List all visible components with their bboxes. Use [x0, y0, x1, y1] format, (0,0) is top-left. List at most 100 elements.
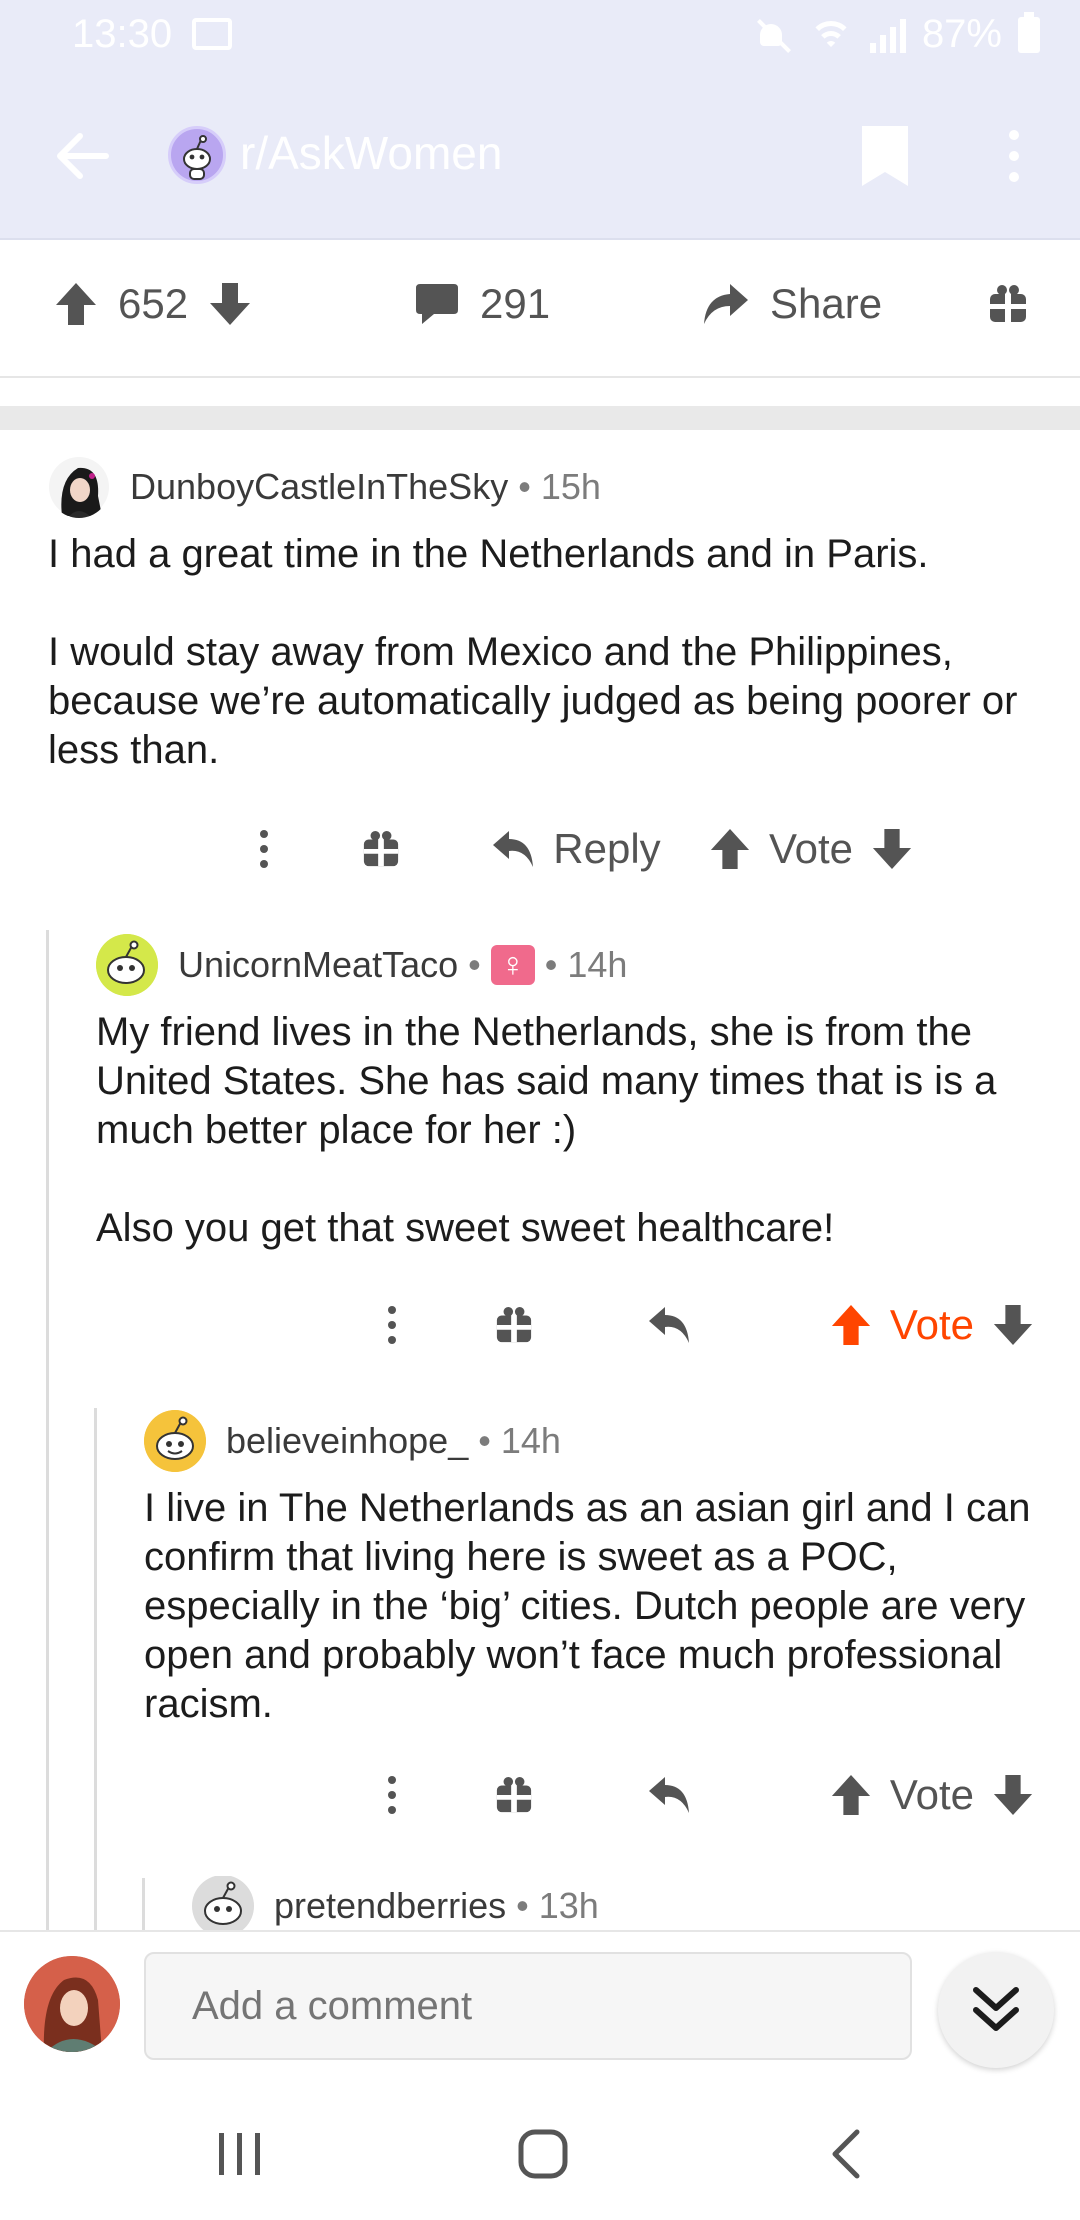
avatar[interactable]: [48, 456, 110, 518]
comment-age: 14h: [500, 1420, 561, 1461]
subreddit-avatar[interactable]: [168, 126, 226, 184]
comment-body: I had a great time in the Netherlands an…: [48, 530, 1038, 775]
comment-vote-group: Vote: [744, 1301, 1034, 1349]
bookmark-icon: [862, 126, 908, 186]
gift-icon: [496, 1306, 532, 1343]
snoo-icon: [183, 135, 211, 180]
comment: believeinhope_ • 14h I live in The Nethe…: [144, 1406, 1044, 1729]
comment-header: pretendberries • 13h: [192, 1876, 1042, 1930]
comment-author[interactable]: believeinhope_: [226, 1420, 468, 1462]
current-user-avatar[interactable]: [24, 1956, 120, 2052]
gift-icon: [990, 285, 1026, 322]
dot: [1009, 172, 1019, 182]
status-right: 87%: [754, 11, 1040, 57]
reply-button[interactable]: [594, 1305, 744, 1345]
snoo-avatar-icon: [144, 1410, 206, 1472]
comment-actions: Reply Vote: [222, 814, 1034, 884]
post-score: 652: [118, 280, 189, 327]
back-button[interactable]: [48, 122, 116, 190]
avatar[interactable]: [144, 1410, 206, 1472]
reply-button[interactable]: [594, 1775, 744, 1815]
comment-body: My friend lives in the Netherlands, she …: [96, 1008, 1042, 1253]
comment-author[interactable]: pretendberries: [274, 1885, 506, 1927]
comment: UnicornMeatTaco • ♀ • 14h My friend live…: [96, 930, 1042, 1253]
snoo-avatar-icon: [96, 934, 158, 996]
comment-more-button[interactable]: [222, 829, 306, 869]
separator-dot: •: [544, 944, 558, 985]
share-arrow-icon: [704, 284, 748, 324]
comment-author[interactable]: UnicornMeatTaco: [178, 944, 458, 986]
vertical-dots-icon: [260, 830, 268, 868]
bookmark-button[interactable]: [858, 124, 912, 188]
signal-icon: [869, 17, 906, 53]
comment-actions: Vote: [350, 1290, 1034, 1360]
comment-body: I live in The Netherlands as an asian gi…: [144, 1484, 1044, 1729]
vote-label: Vote: [889, 1301, 974, 1348]
reply-button[interactable]: Reply: [456, 825, 696, 873]
upvote-active-icon[interactable]: [830, 1303, 872, 1347]
comment-age: 15h: [540, 466, 601, 507]
downvote-icon[interactable]: [871, 827, 913, 871]
comment: DunboyCastleInTheSky • 15h I had a great…: [48, 452, 1038, 775]
thread-line: [46, 930, 49, 1930]
comment-paragraph: My friend lives in the Netherlands, she …: [96, 1010, 997, 1152]
upvote-icon[interactable]: [709, 827, 751, 871]
next-comment-button[interactable]: [938, 1952, 1054, 2068]
avatar[interactable]: [192, 1876, 254, 1930]
comment-header: UnicornMeatTaco • ♀ • 14h: [96, 930, 1042, 1000]
dot: [1009, 151, 1019, 161]
snoo-avatar-icon: [192, 1876, 254, 1930]
gift-icon: [363, 830, 399, 867]
vertical-dots-icon: [388, 1776, 396, 1814]
avatar[interactable]: [96, 934, 158, 996]
comment-author[interactable]: DunboyCastleInTheSky: [130, 466, 508, 508]
overflow-menu-button[interactable]: [996, 124, 1032, 188]
screen-mirror-icon: [192, 18, 232, 50]
battery-percent: 87%: [921, 12, 1002, 56]
downvote-icon[interactable]: [992, 1773, 1034, 1817]
comment-paragraph: I live in The Netherlands as an asian gi…: [144, 1486, 1031, 1726]
reply-arrow-icon: [493, 831, 534, 867]
comment-header: believeinhope_ • 14h: [144, 1406, 1044, 1476]
comment-header: DunboyCastleInTheSky • 15h: [48, 452, 1038, 522]
upvote-icon[interactable]: [830, 1773, 872, 1817]
upvote-icon[interactable]: [54, 281, 98, 327]
comment-paragraph: I had a great time in the Netherlands an…: [48, 532, 929, 576]
app-header: 13:30 87% r/AskWomen: [0, 0, 1080, 240]
separator-dot: •: [478, 1420, 491, 1461]
mute-icon: [754, 16, 792, 54]
comment-age: 14h: [567, 944, 628, 985]
comment-actions: Vote: [350, 1760, 1034, 1830]
comment-award-button[interactable]: [434, 1776, 594, 1814]
vertical-dots-icon: [388, 1306, 396, 1344]
share-button[interactable]: Share: [700, 272, 882, 336]
award-button[interactable]: [988, 272, 1028, 336]
comment-more-button[interactable]: [350, 1775, 434, 1815]
section-divider: [0, 406, 1080, 430]
comment-input[interactable]: [144, 1952, 912, 2060]
recent-apps-icon: [219, 2133, 260, 2175]
status-bar: 13:30 87%: [0, 0, 1080, 72]
system-back-button[interactable]: [800, 2114, 890, 2194]
home-button[interactable]: [498, 2114, 588, 2194]
comment-paragraph: Also you get that sweet sweet healthcare…: [96, 1206, 835, 1250]
recent-apps-button[interactable]: [195, 2114, 285, 2194]
downvote-icon[interactable]: [992, 1303, 1034, 1347]
comment-more-button[interactable]: [350, 1305, 434, 1345]
comment-award-button[interactable]: [434, 1306, 594, 1344]
comment-vote-group: Vote: [744, 1771, 1034, 1819]
downvote-icon[interactable]: [208, 281, 252, 327]
gift-icon: [496, 1776, 532, 1813]
thread-line: [142, 1878, 145, 1930]
comment-award-button[interactable]: [306, 830, 456, 868]
vote-label: Vote: [768, 825, 854, 872]
vote-label: Vote: [889, 1771, 974, 1818]
reply-arrow-icon: [649, 1777, 689, 1813]
toolbar: r/AskWomen: [0, 100, 1080, 210]
user-avatar-icon: [49, 457, 109, 518]
post-comments-button[interactable]: 291: [414, 272, 550, 336]
post-action-bar: 652 291 Share: [0, 242, 1080, 378]
subreddit-name[interactable]: r/AskWomen: [240, 126, 502, 180]
reply-label: Reply: [553, 825, 661, 872]
comment-age: 13h: [538, 1885, 599, 1926]
